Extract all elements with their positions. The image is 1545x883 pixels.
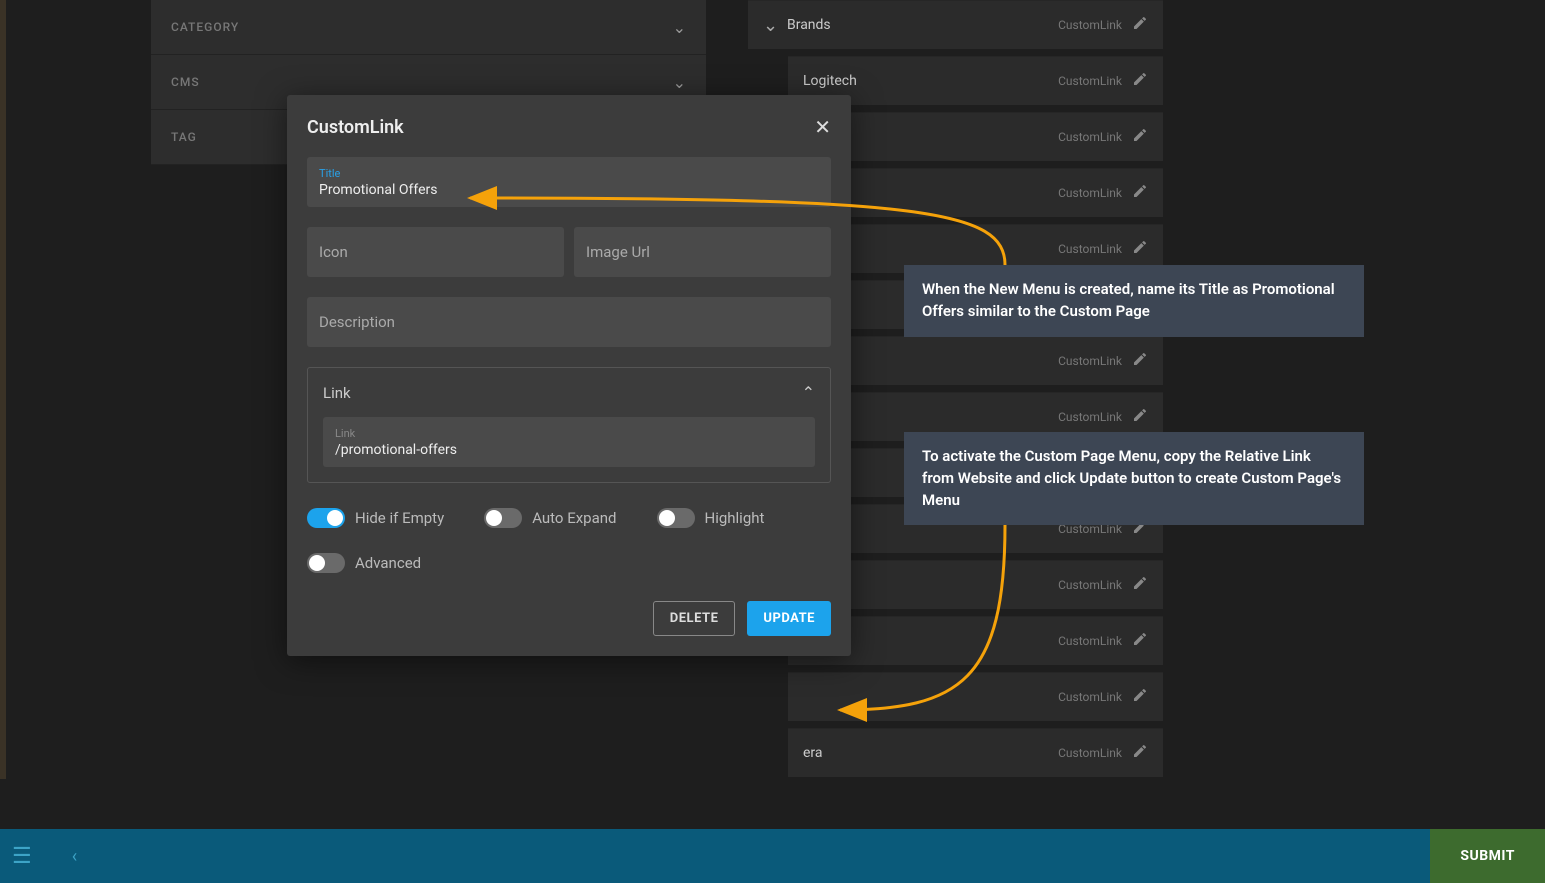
toggle-hide-if-empty[interactable]: Hide if Empty — [307, 508, 444, 528]
chevron-down-icon[interactable]: ⌄ — [763, 15, 787, 36]
pencil-icon[interactable] — [1132, 687, 1148, 707]
tree-item-title: era — [803, 745, 1058, 761]
pencil-icon[interactable] — [1132, 631, 1148, 651]
chevron-down-icon: ⌄ — [673, 18, 686, 37]
left-row-label: TAG — [171, 130, 197, 144]
pencil-icon[interactable] — [1132, 351, 1148, 371]
tree-item-title: Logitech — [803, 73, 1058, 89]
tree-item-type: CustomLink — [1058, 690, 1122, 704]
tree-item-title: Brands — [787, 17, 1058, 33]
title-field[interactable]: Title — [307, 157, 831, 207]
icon-placeholder: Icon — [319, 243, 552, 261]
bottom-bar: ☰ ‹ — [0, 829, 1545, 883]
left-row-label: CMS — [171, 75, 200, 89]
description-field[interactable]: Description — [307, 297, 831, 347]
tree-item-type: CustomLink — [1058, 186, 1122, 200]
back-icon[interactable]: ‹ — [72, 846, 77, 867]
tree-item-type: CustomLink — [1058, 18, 1122, 32]
toggle-label: Advanced — [355, 554, 421, 572]
title-input[interactable] — [319, 182, 819, 198]
icon-field[interactable]: Icon — [307, 227, 564, 277]
tree-item-type: CustomLink — [1058, 410, 1122, 424]
update-button[interactable]: UPDATE — [747, 601, 831, 636]
toggle-label: Hide if Empty — [355, 509, 444, 527]
link-section-title: Link — [323, 384, 351, 402]
link-field[interactable]: Link /promotional-offers — [323, 417, 815, 467]
left-row-category[interactable]: CATEGORY ⌄ — [151, 0, 706, 55]
toggle-label: Highlight — [705, 509, 765, 527]
toggle-auto-expand[interactable]: Auto Expand — [484, 508, 616, 528]
imageurl-field[interactable]: Image Url — [574, 227, 831, 277]
left-edge-strip — [0, 0, 6, 779]
tree-item-type: CustomLink — [1058, 746, 1122, 760]
tree-item-type: CustomLink — [1058, 242, 1122, 256]
pencil-icon[interactable] — [1132, 743, 1148, 763]
title-label: Title — [319, 167, 819, 180]
tree-item-type: CustomLink — [1058, 634, 1122, 648]
tree-item-type: CustomLink — [1058, 578, 1122, 592]
link-value: /promotional-offers — [335, 442, 803, 458]
tree-row-brands[interactable]: ⌄ Brands CustomLink — [748, 0, 1163, 48]
imageurl-placeholder: Image Url — [586, 243, 819, 261]
modal-title: CustomLink — [307, 117, 404, 138]
tree-item-type: CustomLink — [1058, 74, 1122, 88]
left-row-label: CATEGORY — [171, 20, 239, 34]
pencil-icon[interactable] — [1132, 239, 1148, 259]
link-section: Link ⌃ Link /promotional-offers — [307, 367, 831, 483]
pencil-icon[interactable] — [1132, 183, 1148, 203]
pencil-icon[interactable] — [1132, 15, 1148, 35]
toggle-highlight[interactable]: Highlight — [657, 508, 765, 528]
pencil-icon[interactable] — [1132, 71, 1148, 91]
tree-item-type: CustomLink — [1058, 130, 1122, 144]
chevron-down-icon: ⌄ — [673, 73, 686, 92]
callout-title-hint: When the New Menu is created, name its T… — [904, 265, 1364, 337]
close-icon[interactable]: ✕ — [814, 115, 831, 139]
tree-item-type: CustomLink — [1058, 354, 1122, 368]
pencil-icon[interactable] — [1132, 575, 1148, 595]
toggle-advanced[interactable]: Advanced — [307, 553, 831, 573]
submit-button[interactable]: SUBMIT — [1430, 829, 1545, 883]
pencil-icon[interactable] — [1132, 407, 1148, 427]
toggle-label: Auto Expand — [532, 509, 616, 527]
menu-icon[interactable]: ☰ — [12, 844, 32, 869]
tree-row[interactable]: era CustomLink — [788, 728, 1163, 776]
tree-row[interactable]: CustomLink — [788, 672, 1163, 720]
delete-button[interactable]: DELETE — [653, 601, 736, 636]
link-label: Link — [335, 427, 803, 440]
customlink-modal: CustomLink ✕ Title Icon Image Url Descri… — [287, 95, 851, 656]
pencil-icon[interactable] — [1132, 127, 1148, 147]
description-placeholder: Description — [319, 313, 819, 331]
callout-update-hint: To activate the Custom Page Menu, copy t… — [904, 432, 1364, 525]
chevron-up-icon[interactable]: ⌃ — [802, 383, 815, 402]
